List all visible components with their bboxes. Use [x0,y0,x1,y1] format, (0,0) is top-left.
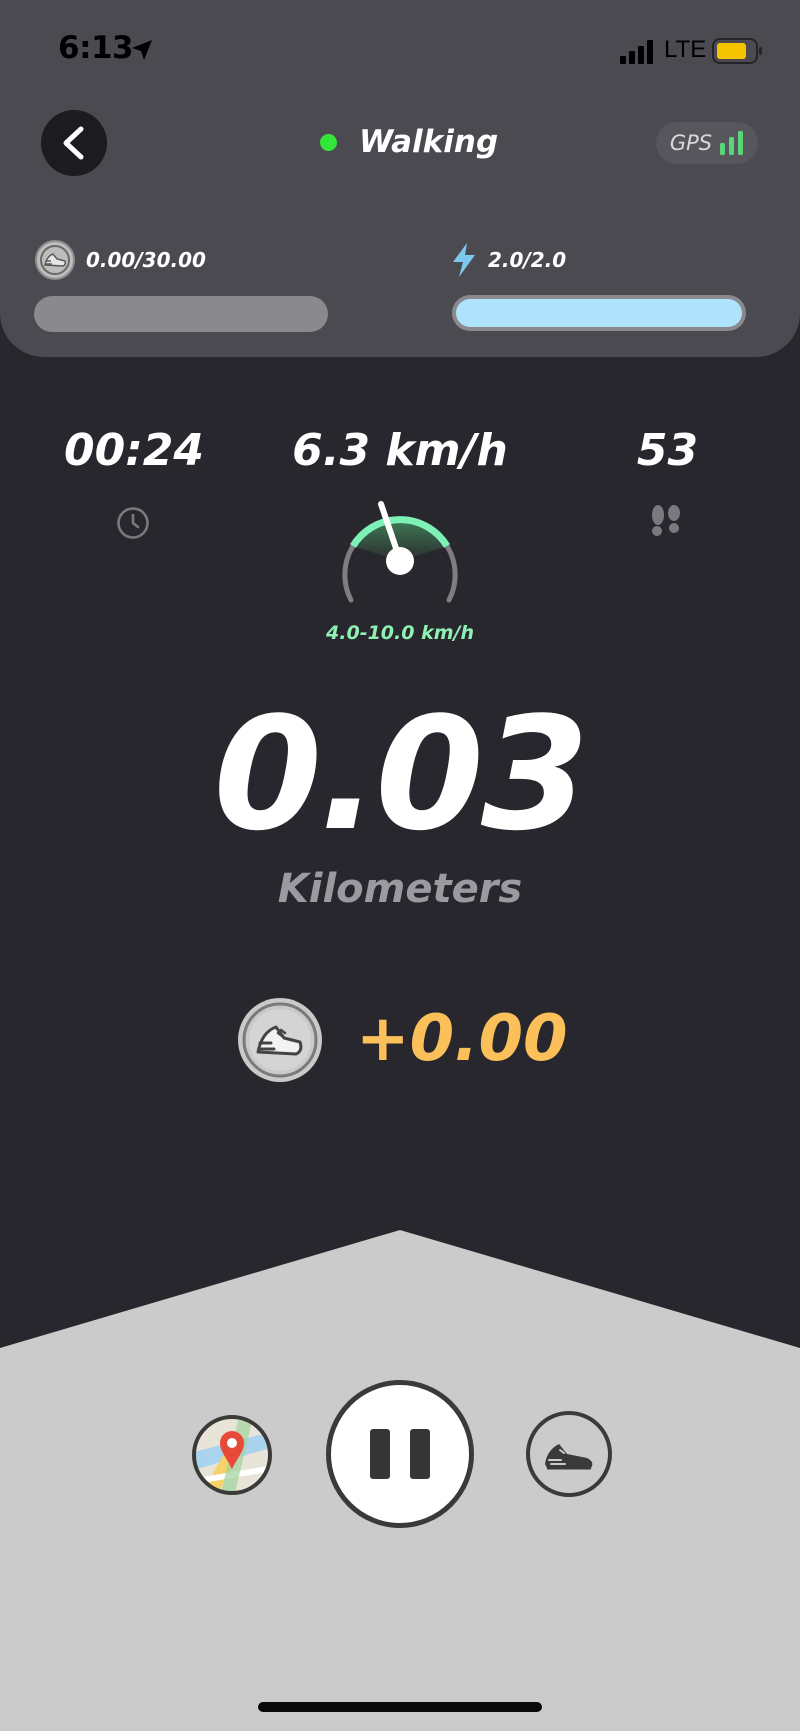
energy-progress-fill [456,299,742,327]
pause-icon [370,1429,390,1479]
clock-icon [117,507,149,539]
distance-unit: Kilometers [277,866,523,912]
home-indicator[interactable] [258,1702,542,1712]
pause-button[interactable] [326,1380,474,1528]
map-button[interactable] [190,1413,274,1497]
activity-mode: Walking [320,122,498,162]
battery-icon [712,38,762,64]
sneaker-icon [545,1444,593,1470]
elapsed-time: 00:24 [63,425,205,476]
current-speed: 6.3 km/h [292,425,508,476]
status-bar: 6:13 LTE [0,0,800,100]
distance-value: 0.03 [213,683,590,865]
reward-value: +0.00 [356,1002,568,1076]
footprints-icon [652,505,680,536]
status-time: 6:13 [58,30,134,66]
sneaker-button[interactable] [526,1411,612,1497]
energy-value: 2.0/2.0 [488,248,567,272]
signal-bars-icon [720,131,744,155]
speed-range: 4.0-10.0 km/h [326,622,474,644]
gps-label: GPS [669,131,713,155]
network-type: LTE [664,36,707,63]
gps-indicator: GPS [656,122,758,164]
energy-progress-bar [452,295,746,331]
chevron-left-icon [63,126,84,160]
earnings-progress-bar [34,296,328,332]
location-arrow-icon [132,40,152,60]
cellular-signal-icon [620,40,653,64]
sneaker-coin-icon [238,998,322,1082]
lightning-icon [453,243,475,277]
back-button[interactable] [41,110,107,176]
sneaker-coin-icon [35,240,75,280]
pause-icon-bar [410,1429,430,1479]
speed-gauge [342,501,458,603]
mode-status-dot [320,133,337,151]
mode-label: Walking [359,124,499,160]
earnings-cap: 0.00/30.00 [34,238,206,282]
earnings-cap-value: 0.00/30.00 [86,248,206,272]
energy-level: 2.0/2.0 [450,238,566,282]
step-count: 53 [636,425,699,476]
